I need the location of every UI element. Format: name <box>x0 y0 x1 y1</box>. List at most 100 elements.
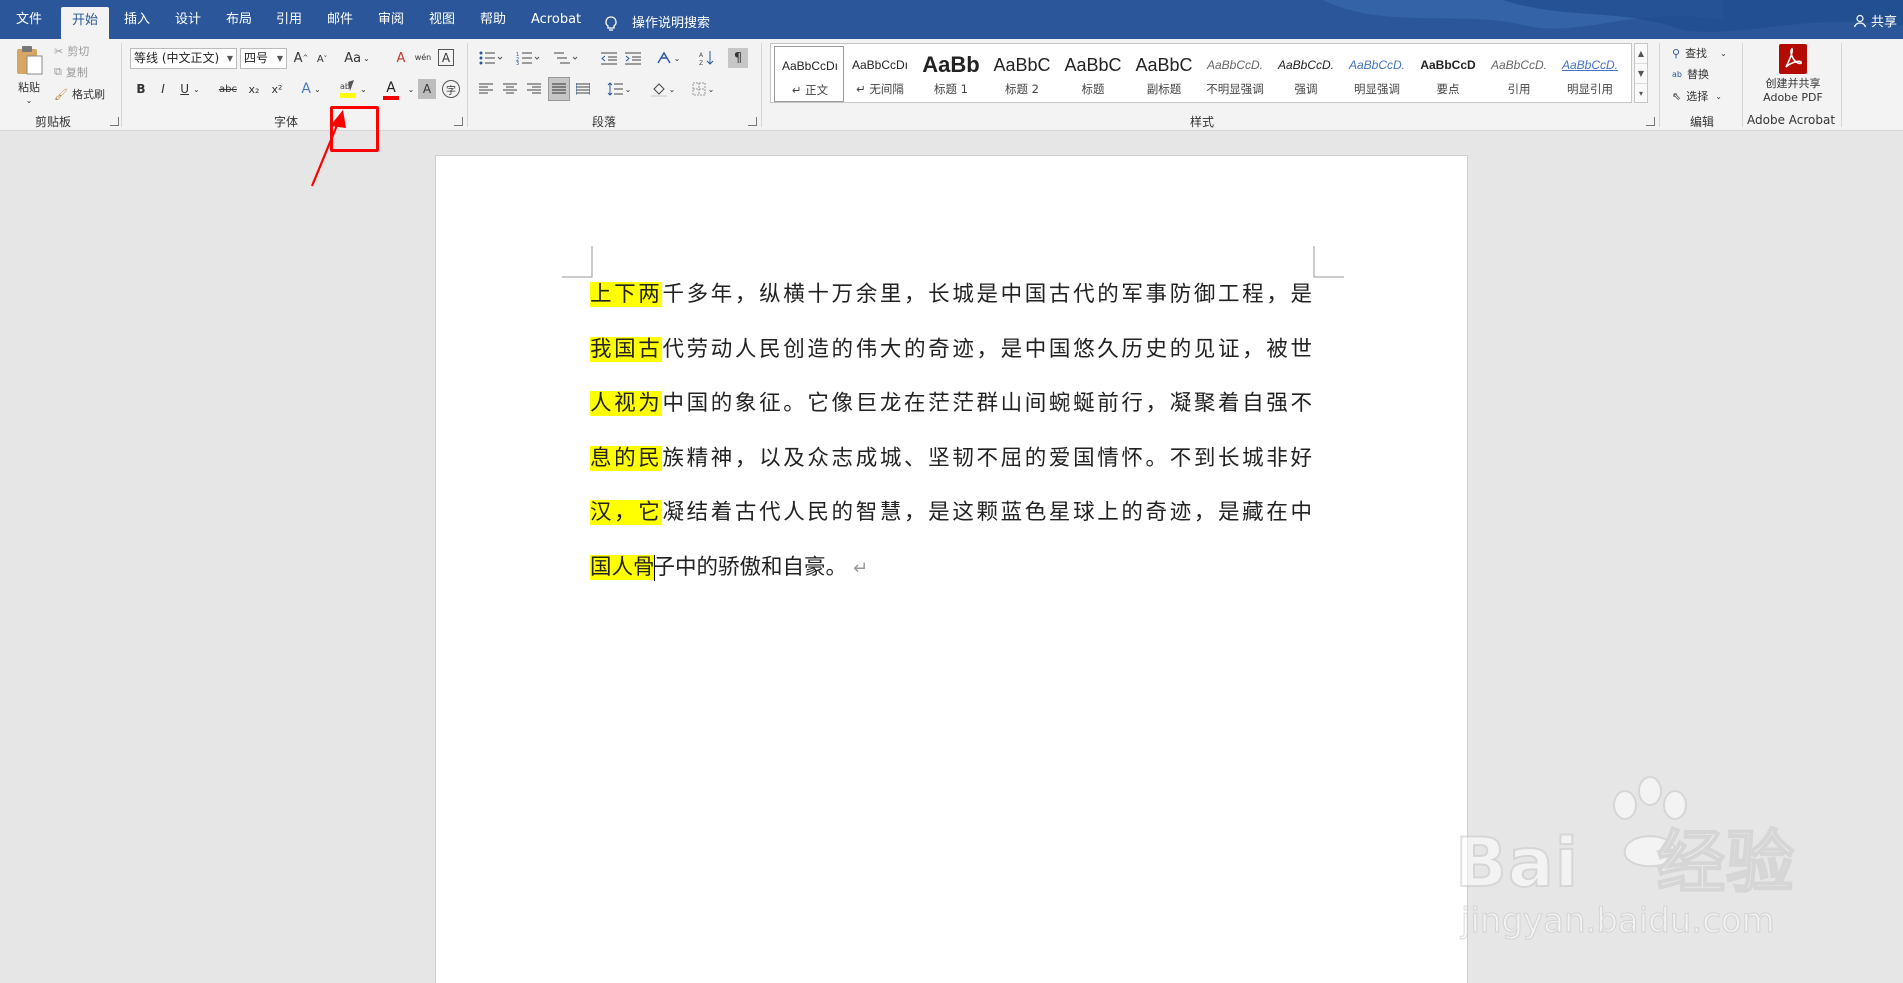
style-strong[interactable]: AaBbCcD 要点 <box>1413 46 1483 102</box>
show-hide-marks-button[interactable]: ¶ <box>728 48 748 68</box>
paragraph-launcher-icon[interactable] <box>748 117 757 126</box>
borders-button[interactable]: ⌄ <box>688 79 718 99</box>
style-title[interactable]: AaBbC 标题 <box>1058 46 1128 102</box>
tab-mailings[interactable]: 邮件 <box>327 9 353 39</box>
numbering-button[interactable]: 123 <box>514 48 542 68</box>
find-button[interactable]: ⚲ 查找 ⌄ <box>1672 44 1727 62</box>
scroll-down-icon[interactable]: ▼ <box>1635 64 1647 84</box>
tab-design[interactable]: 设计 <box>175 9 201 39</box>
style-emphasis[interactable]: AaBbCcD. 强调 <box>1271 46 1341 102</box>
paste-dropdown-icon[interactable]: ⌄ <box>22 94 36 106</box>
tab-help[interactable]: 帮助 <box>480 9 506 39</box>
search-icon: ⚲ <box>1672 46 1681 60</box>
style-subtitle[interactable]: AaBbC 副标题 <box>1129 46 1199 102</box>
highlighted-text: 汉，它 <box>590 500 663 525</box>
style-preview: AaBbCcD <box>1420 58 1476 72</box>
tab-references[interactable]: 引用 <box>276 9 302 39</box>
align-left-icon <box>479 83 493 94</box>
format-painter-button[interactable]: 🖌 格式刷 <box>54 86 105 102</box>
styles-scroll[interactable]: ▲ ▼ ▾ <box>1634 43 1648 103</box>
tab-home[interactable]: 开始 <box>61 7 110 39</box>
line-text: 族精神，以及众志成城、坚韧不屈的爱国情怀。不到长城非好 <box>662 445 1312 471</box>
paragraph-group-label: 段落 <box>592 115 617 129</box>
strikethrough-button[interactable]: abc <box>218 79 238 99</box>
font-launcher-icon[interactable] <box>454 117 463 126</box>
font-color-button[interactable]: A <box>378 79 404 101</box>
style-preview: AaBbCcD. <box>1490 58 1548 72</box>
styles-launcher-icon[interactable] <box>1646 117 1655 126</box>
tab-layout[interactable]: 布局 <box>226 9 252 39</box>
change-case-button[interactable]: Aa ⌄ <box>344 48 370 68</box>
superscript-button[interactable]: x² <box>268 79 286 99</box>
phonetic-guide-button[interactable]: wén <box>414 48 432 68</box>
shading-button[interactable]: ⌄ <box>648 79 678 99</box>
clear-formatting-button[interactable]: A <box>393 48 409 68</box>
paste-button[interactable] <box>12 43 46 77</box>
share-button[interactable]: 共享 <box>1853 11 1897 30</box>
sort-button[interactable]: AZ <box>698 48 716 68</box>
select-button[interactable]: ⇖ 选择 ⌄ <box>1672 87 1722 105</box>
text-highlight-color-button[interactable]: ab ⌄ <box>334 76 372 102</box>
distributed-button[interactable] <box>574 79 592 99</box>
copy-button[interactable]: ⧉ 复制 <box>54 64 88 80</box>
align-left-button[interactable] <box>477 79 495 99</box>
styles-gallery: AaBbCcDı ↵ 正文 AaBbCcDı ↵ 无间隔 AaBb 标题 1 AaBb… <box>770 43 1632 103</box>
text-effects-button[interactable]: A ⌄ <box>299 79 323 99</box>
text-line: 上下两千多年，纵横十万余里，长城是中国古代的军事防御工程，是 <box>590 280 1312 335</box>
tell-me-search[interactable]: 操作说明搜索 <box>604 9 710 39</box>
style-quote[interactable]: AaBbCcD. 引用 <box>1484 46 1554 102</box>
style-heading-2[interactable]: AaBbC 标题 2 <box>987 46 1057 102</box>
adobe-pdf-label[interactable]: Adobe PDF <box>1748 90 1838 104</box>
chevron-down-icon: ⌄ <box>360 84 367 94</box>
underline-button[interactable]: U ⌄ <box>177 79 203 99</box>
style-no-spacing[interactable]: AaBbCcDı ↵ 无间隔 <box>845 46 915 102</box>
shrink-font-button[interactable]: A ˅ <box>314 50 330 68</box>
tab-acrobat[interactable]: Acrobat <box>531 9 581 39</box>
italic-button[interactable]: I <box>155 79 171 99</box>
style-name: ↵ 正文 <box>791 83 829 97</box>
font-color-dropdown[interactable]: ⌄ <box>406 79 416 99</box>
subscript-button[interactable]: x₂ <box>245 79 263 99</box>
asian-layout-button[interactable]: ⌄ <box>654 48 682 68</box>
enclose-characters-button[interactable]: 字 <box>442 80 460 98</box>
bullets-button[interactable] <box>477 48 505 68</box>
distributed-icon <box>576 83 590 95</box>
style-normal[interactable]: AaBbCcDı ↵ 正文 <box>774 46 844 102</box>
style-subtle-emphasis[interactable]: AaBbCcD. 不明显强调 <box>1200 46 1270 102</box>
clipboard-launcher-icon[interactable] <box>110 117 119 126</box>
style-name: 标题 1 <box>934 82 968 96</box>
increase-indent-button[interactable] <box>624 48 642 68</box>
more-styles-icon[interactable]: ▾ <box>1635 84 1647 104</box>
style-intense-quote[interactable]: AaBbCcD. 明显引用 <box>1555 46 1625 102</box>
tab-file[interactable]: 文件 <box>16 9 42 39</box>
document-paragraph[interactable]: 上下两千多年，纵横十万余里，长城是中国古代的军事防御工程，是 我国古代劳动人民创… <box>590 280 1312 607</box>
cut-button[interactable]: ✂ 剪切 <box>54 43 89 59</box>
font-size-dropdown[interactable]: 四号 ▼ <box>240 48 287 69</box>
multilevel-list-button[interactable] <box>551 48 581 68</box>
person-icon <box>1853 14 1867 27</box>
text-line: 息的民族精神，以及众志成城、坚韧不屈的爱国情怀。不到长城非好 <box>590 444 1312 499</box>
highlighted-text: 人视为 <box>590 391 663 416</box>
character-shading-button[interactable]: A <box>418 79 436 99</box>
font-name-dropdown[interactable]: 等线 (中文正文) ▼ <box>130 48 237 69</box>
justify-button[interactable] <box>548 77 570 101</box>
replace-button[interactable]: ab 替换 <box>1672 65 1709 83</box>
svg-text:A: A <box>699 52 704 59</box>
create-pdf-button[interactable] <box>1776 42 1810 76</box>
scroll-up-icon[interactable]: ▲ <box>1635 44 1647 64</box>
paste-label[interactable]: 粘贴 <box>14 79 44 95</box>
tab-review[interactable]: 审阅 <box>378 9 404 39</box>
align-right-button[interactable] <box>525 79 543 99</box>
align-center-button[interactable] <box>501 79 519 99</box>
line-spacing-button[interactable]: ⌄ <box>604 79 634 99</box>
character-border-button[interactable]: A <box>438 49 454 66</box>
style-heading-1[interactable]: AaBb 标题 1 <box>916 46 986 102</box>
tab-insert[interactable]: 插入 <box>124 9 150 39</box>
decrease-indent-button[interactable] <box>600 48 618 68</box>
grow-font-button[interactable]: A ^ <box>293 48 309 68</box>
style-name: 标题 2 <box>1005 82 1039 96</box>
create-share-label[interactable]: 创建并共享 <box>1748 76 1838 90</box>
bold-button[interactable]: B <box>133 79 149 99</box>
tab-view[interactable]: 视图 <box>429 9 455 39</box>
style-intense-emphasis[interactable]: AaBbCcD. 明显强调 <box>1342 46 1412 102</box>
